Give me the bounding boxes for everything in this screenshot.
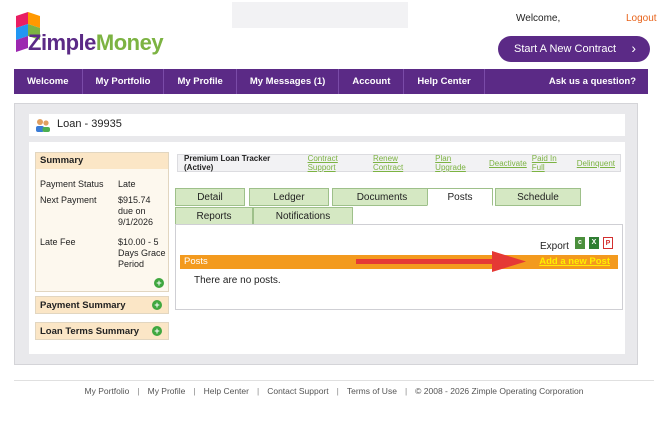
nav-account[interactable]: Account [339,69,405,94]
welcome-text: Welcome, [516,13,561,24]
main-nav: Welcome My Portfolio My Profile My Messa… [14,69,648,94]
nav-help-center[interactable]: Help Center [404,69,485,94]
payment-status-label: Payment Status [40,179,104,189]
users-icon [36,119,50,132]
payment-summary-label: Payment Summary [40,300,126,311]
loan-content: Summary Payment Status Late Next Payment… [29,142,625,354]
tracker-link-delinquent[interactable]: Delinquent [577,159,615,168]
summary-heading: Summary [36,153,168,169]
tab-documents[interactable]: Documents [332,188,432,206]
loan-terms-summary-label: Loan Terms Summary [40,326,140,337]
posts-heading: Posts [184,256,208,267]
summary-box: Summary Payment Status Late Next Payment… [35,152,169,292]
logo-wordmark[interactable]: ZimpleMoney [28,30,164,56]
summary-expand-icon[interactable]: + [154,278,164,288]
tracker-link-paid-in-full[interactable]: Paid In Full [532,154,572,172]
tracker-link-plan-upgrade[interactable]: Plan Upgrade [435,154,484,172]
posts-panel: Export c X P Posts Add a new Post There … [175,224,623,310]
tab-ledger[interactable]: Ledger [249,188,329,206]
tracker-link-renew-contract[interactable]: Renew Contract [373,154,430,172]
main-panel: Loan - 39935 Summary Payment Status Late… [14,103,638,365]
export-pdf-icon[interactable]: P [603,237,613,249]
loan-terms-summary-box[interactable]: Loan Terms Summary + [35,322,169,340]
header: ZimpleMoney Welcome, Logout Start A New … [0,0,670,68]
nav-ask-question[interactable]: Ask us a question? [549,69,636,94]
next-payment-label: Next Payment [40,195,97,205]
nav-my-portfolio[interactable]: My Portfolio [83,69,165,94]
loan-terms-expand-icon[interactable]: + [152,326,162,336]
tab-posts[interactable]: Posts [427,188,493,206]
late-fee-label: Late Fee [40,237,76,247]
payment-status-value: Late [118,179,136,189]
loan-title-bar: Loan - 39935 [29,114,625,136]
tab-schedule[interactable]: Schedule [495,188,581,206]
loan-tracker-bar: Premium Loan Tracker (Active) Contract S… [177,154,621,172]
tab-detail[interactable]: Detail [175,188,245,206]
footer-link-terms-of-use[interactable]: Terms of Use [347,386,397,396]
tab-reports[interactable]: Reports [175,207,253,225]
next-payment-value: $915.74 due on 9/1/2026 [118,195,154,227]
payment-summary-box[interactable]: Payment Summary + [35,296,169,314]
add-post-link[interactable]: Add a new Post [539,256,610,267]
export-csv-icon[interactable]: c [575,237,585,249]
nav-welcome[interactable]: Welcome [14,69,83,94]
nav-my-profile[interactable]: My Profile [164,69,237,94]
export-label: Export [540,241,569,252]
logout-link[interactable]: Logout [626,13,657,24]
nav-my-messages[interactable]: My Messages (1) [237,69,340,94]
tracker-title: Premium Loan Tracker (Active) [184,154,271,172]
footer-link-contact-support[interactable]: Contact Support [267,386,328,396]
footer-link-my-portfolio[interactable]: My Portfolio [85,386,130,396]
late-fee-value: $10.00 - 5 Days Grace Period [118,237,166,269]
loan-title: Loan - 39935 [57,118,122,130]
tracker-link-contract-support[interactable]: Contract Support [308,154,368,172]
logo-money: Money [95,30,164,55]
empty-posts-message: There are no posts. [194,275,281,286]
footer-copyright: © 2008 - 2026 Zimple Operating Corporati… [415,385,584,396]
payment-summary-expand-icon[interactable]: + [152,300,162,310]
footer-link-my-profile[interactable]: My Profile [148,386,186,396]
tracker-link-deactivate[interactable]: Deactivate [489,159,527,168]
footer: My Portfolio | My Profile | Help Center … [14,380,654,400]
start-contract-label: Start A New Contract [514,43,617,55]
start-contract-button[interactable]: Start A New Contract › [498,36,650,62]
export-excel-icon[interactable]: X [589,237,599,249]
chevron-right-icon: › [631,40,636,56]
footer-link-help-center[interactable]: Help Center [204,386,249,396]
export-icons: c X P [575,237,613,249]
tab-notifications[interactable]: Notifications [253,207,353,225]
header-placeholder [232,2,408,28]
logo-zimple: Zimple [28,30,96,55]
arrow-annotation-icon [356,251,526,272]
